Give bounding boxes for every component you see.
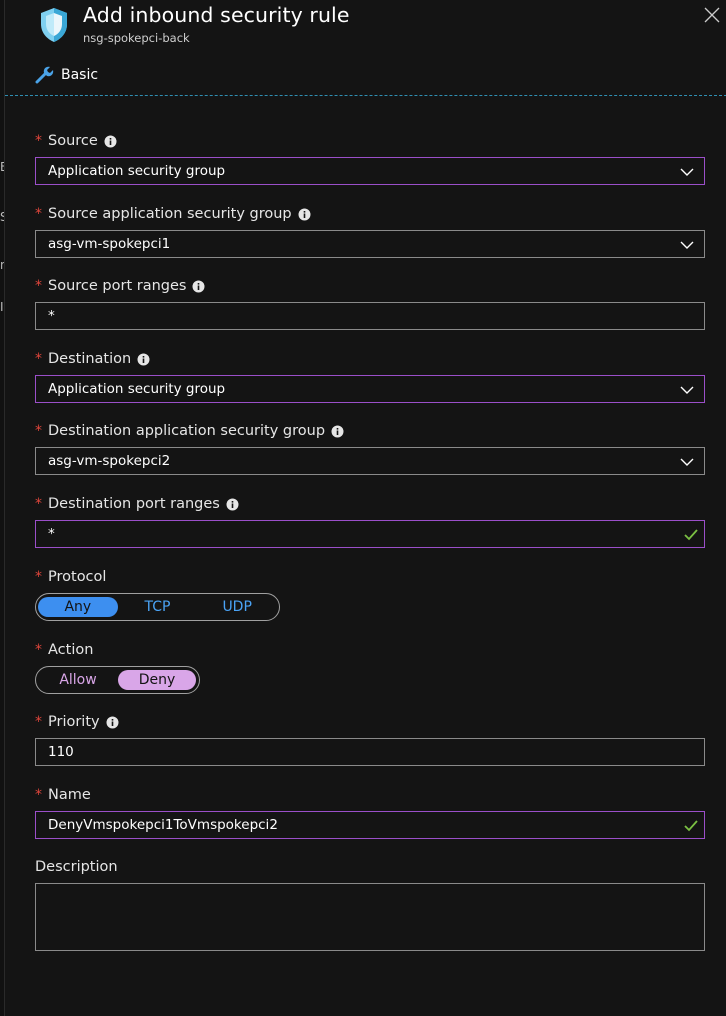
header-divider xyxy=(5,95,726,96)
page-title: Add inbound security rule xyxy=(83,3,350,27)
source-value: Application security group xyxy=(48,163,226,179)
protocol-toggle: Any TCP UDP xyxy=(35,593,280,621)
required-asterisk: * xyxy=(35,278,42,294)
required-asterisk: * xyxy=(35,569,42,585)
description-field: Description xyxy=(35,857,705,951)
protocol-label-row: * Protocol xyxy=(35,567,705,587)
info-icon[interactable] xyxy=(137,353,150,366)
checkmark-icon xyxy=(684,820,698,832)
destination-asg-label: Destination application security group xyxy=(48,423,326,439)
destination-asg-field: * Destination application security group… xyxy=(35,421,705,475)
name-field: * Name DenyVmspokepci1ToVmspokepci2 xyxy=(35,785,705,839)
source-port-ranges-field: * Source port ranges * xyxy=(35,276,705,330)
source-port-ranges-label: Source port ranges xyxy=(48,278,187,294)
name-label: Name xyxy=(48,787,91,803)
priority-value: 110 xyxy=(48,744,74,760)
destination-asg-value: asg-vm-spokepci2 xyxy=(48,453,171,469)
tab-basic[interactable]: Basic xyxy=(35,64,98,86)
destination-label: Destination xyxy=(48,351,132,367)
checkmark-icon xyxy=(684,529,698,541)
required-asterisk: * xyxy=(35,714,42,730)
chevron-down-icon xyxy=(680,241,694,249)
shield-icon xyxy=(41,8,67,42)
action-toggle: Allow Deny xyxy=(35,666,200,694)
source-dropdown[interactable]: Application security group xyxy=(35,157,705,185)
name-value: DenyVmspokepci1ToVmspokepci2 xyxy=(48,817,278,833)
action-field: * Action Allow Deny xyxy=(35,640,705,694)
source-asg-field: * Source application security group asg-… xyxy=(35,204,705,258)
destination-asg-dropdown[interactable]: asg-vm-spokepci2 xyxy=(35,447,705,475)
close-icon[interactable] xyxy=(701,4,723,26)
priority-input[interactable]: 110 xyxy=(35,738,705,766)
protocol-option-udp[interactable]: UDP xyxy=(197,597,277,617)
destination-value: Application security group xyxy=(48,381,226,397)
chevron-down-icon xyxy=(680,168,694,176)
info-icon[interactable] xyxy=(331,425,344,438)
source-port-label-row: * Source port ranges xyxy=(35,276,705,296)
destination-port-ranges-field: * Destination port ranges * xyxy=(35,494,705,548)
required-asterisk: * xyxy=(35,206,42,222)
required-asterisk: * xyxy=(35,787,42,803)
required-asterisk: * xyxy=(35,133,42,149)
add-inbound-rule-blade: Add inbound security rule nsg-spokepci-b… xyxy=(4,0,726,1016)
required-asterisk: * xyxy=(35,496,42,512)
protocol-label: Protocol xyxy=(48,569,107,585)
chevron-down-icon xyxy=(680,458,694,466)
protocol-option-any[interactable]: Any xyxy=(38,597,118,617)
protocol-field: * Protocol Any TCP UDP xyxy=(35,567,705,621)
description-textarea[interactable] xyxy=(35,883,705,951)
source-port-ranges-input[interactable]: * xyxy=(35,302,705,330)
action-option-deny[interactable]: Deny xyxy=(118,670,196,690)
blade-header: Add inbound security rule nsg-spokepci-b… xyxy=(5,0,726,96)
protocol-option-tcp[interactable]: TCP xyxy=(118,597,198,617)
destination-port-ranges-label: Destination port ranges xyxy=(48,496,220,512)
required-asterisk: * xyxy=(35,423,42,439)
source-field: * Source Application security group xyxy=(35,131,705,185)
source-asg-dropdown[interactable]: asg-vm-spokepci1 xyxy=(35,230,705,258)
destination-dropdown[interactable]: Application security group xyxy=(35,375,705,403)
destination-label-row: * Destination xyxy=(35,349,705,369)
action-option-allow[interactable]: Allow xyxy=(38,670,118,690)
required-asterisk: * xyxy=(35,642,42,658)
info-icon[interactable] xyxy=(104,135,117,148)
source-port-ranges-value: * xyxy=(48,308,55,324)
priority-label-row: * Priority xyxy=(35,712,705,732)
description-label: Description xyxy=(35,859,118,875)
wrench-icon xyxy=(35,66,54,84)
destination-asg-label-row: * Destination application security group xyxy=(35,421,705,441)
action-label: Action xyxy=(48,642,94,658)
destination-port-ranges-input[interactable]: * xyxy=(35,520,705,548)
priority-field: * Priority 110 xyxy=(35,712,705,766)
priority-label: Priority xyxy=(48,714,100,730)
source-label-row: * Source xyxy=(35,131,705,151)
chevron-down-icon xyxy=(680,386,694,394)
destination-port-label-row: * Destination port ranges xyxy=(35,494,705,514)
tab-basic-label: Basic xyxy=(61,67,99,83)
info-icon[interactable] xyxy=(192,280,205,293)
action-label-row: * Action xyxy=(35,640,705,660)
info-icon[interactable] xyxy=(226,498,239,511)
name-input[interactable]: DenyVmspokepci1ToVmspokepci2 xyxy=(35,811,705,839)
required-asterisk: * xyxy=(35,351,42,367)
source-label: Source xyxy=(48,133,98,149)
info-icon[interactable] xyxy=(106,716,119,729)
source-asg-label-row: * Source application security group xyxy=(35,204,705,224)
info-icon[interactable] xyxy=(298,208,311,221)
description-label-row: Description xyxy=(35,857,705,877)
source-asg-label: Source application security group xyxy=(48,206,292,222)
page-subtitle: nsg-spokepci-back xyxy=(83,31,190,45)
destination-field: * Destination Application security group xyxy=(35,349,705,403)
destination-port-ranges-value: * xyxy=(48,526,55,542)
name-label-row: * Name xyxy=(35,785,705,805)
source-asg-value: asg-vm-spokepci1 xyxy=(48,236,171,252)
